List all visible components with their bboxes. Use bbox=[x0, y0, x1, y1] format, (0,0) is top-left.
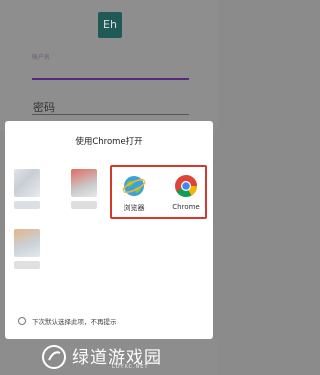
username-field[interactable] bbox=[32, 78, 189, 80]
password-field[interactable] bbox=[32, 114, 189, 115]
app-label-chrome: Chrome bbox=[172, 203, 200, 211]
blurred-app-label bbox=[14, 201, 40, 209]
remember-choice-radio[interactable] bbox=[18, 317, 26, 325]
watermark-url: LDYXC.NET bbox=[112, 364, 149, 370]
username-label: 帐户名 bbox=[32, 54, 51, 61]
blurred-app-icon[interactable] bbox=[14, 229, 40, 257]
blurred-app-icon[interactable] bbox=[71, 169, 97, 197]
password-label: 密码 bbox=[33, 101, 55, 114]
browser-globe-icon[interactable] bbox=[122, 174, 146, 198]
remember-choice-label: 下次默认选择此项，不再提示 bbox=[32, 318, 117, 326]
chrome-icon[interactable] bbox=[174, 174, 198, 198]
app-logo: Eh bbox=[98, 12, 122, 38]
blurred-app-label bbox=[71, 201, 97, 209]
remember-choice-row[interactable]: 下次默认选择此项，不再提示 bbox=[18, 316, 117, 326]
open-with-dialog: 使用Chrome打开 浏览器 Chrome 下次默认选择此项，不再提示 bbox=[5, 121, 213, 339]
blurred-app-label bbox=[14, 261, 40, 269]
watermark-logo-icon bbox=[42, 345, 66, 369]
dialog-title: 使用Chrome打开 bbox=[75, 137, 143, 147]
app-label-browser: 浏览器 bbox=[123, 204, 145, 212]
blurred-app-icon[interactable] bbox=[14, 169, 40, 197]
